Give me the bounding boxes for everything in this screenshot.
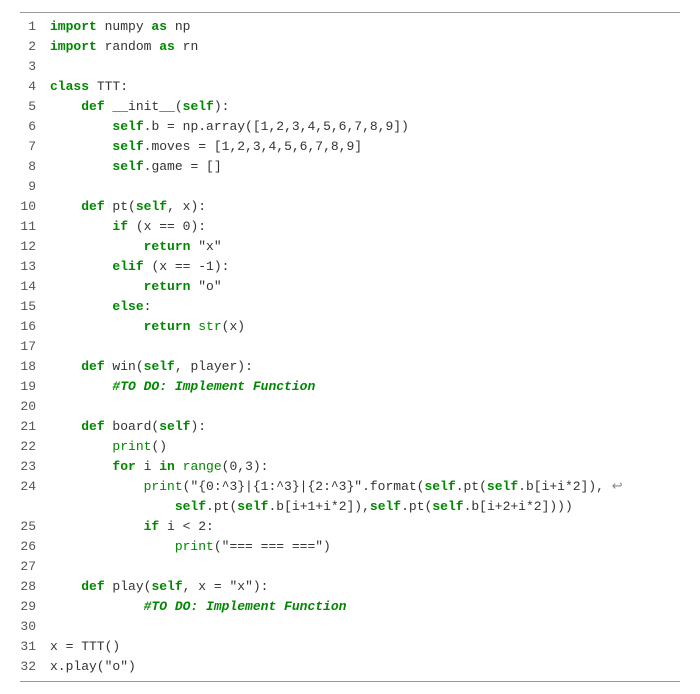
line-content: import numpy as np	[50, 17, 680, 37]
line-number: 10	[20, 197, 50, 217]
line-content: def __init__(self):	[50, 97, 680, 117]
line-content: print("=== === ===")	[50, 537, 680, 557]
line-number: 30	[20, 617, 50, 637]
code-line: 15 else:	[20, 297, 680, 317]
code-line: 22 print()	[20, 437, 680, 457]
line-number: 31	[20, 637, 50, 657]
line-content: else:	[50, 297, 680, 317]
line-content: def board(self):	[50, 417, 680, 437]
line-number: 16	[20, 317, 50, 337]
line-content: x.play("o")	[50, 657, 680, 677]
code-line: 21 def board(self):	[20, 417, 680, 437]
code-listing: 1import numpy as np2import random as rn3…	[20, 12, 680, 682]
line-content: self.b = np.array([1,2,3,4,5,6,7,8,9])	[50, 117, 680, 137]
line-number: 13	[20, 257, 50, 277]
code-line: 24 print("{0:^3}|{1:^3}|{2:^3}".format(s…	[20, 477, 680, 497]
code-line: 32x.play("o")	[20, 657, 680, 677]
line-content: return str(x)	[50, 317, 680, 337]
line-content: print()	[50, 437, 680, 457]
line-content: #TO DO: Implement Function	[50, 597, 680, 617]
line-content: if i < 2:	[50, 517, 680, 537]
line-number: 21	[20, 417, 50, 437]
code-line: 26 print("=== === ===")	[20, 537, 680, 557]
line-number: 29	[20, 597, 50, 617]
line-number: 20	[20, 397, 50, 417]
code-line: 29 #TO DO: Implement Function	[20, 597, 680, 617]
code-line: 30	[20, 617, 680, 637]
code-line: 3	[20, 57, 680, 77]
line-content: self.moves = [1,2,3,4,5,6,7,8,9]	[50, 137, 680, 157]
line-content: print("{0:^3}|{1:^3}|{2:^3}".format(self…	[50, 477, 680, 497]
line-number: 11	[20, 217, 50, 237]
code-line: 6 self.b = np.array([1,2,3,4,5,6,7,8,9])	[20, 117, 680, 137]
line-content: self.pt(self.b[i+1+i*2]),self.pt(self.b[…	[50, 497, 680, 517]
line-number: 17	[20, 337, 50, 357]
code-line: 7 self.moves = [1,2,3,4,5,6,7,8,9]	[20, 137, 680, 157]
line-number: 1	[20, 17, 50, 37]
line-content: return "x"	[50, 237, 680, 257]
line-content: def win(self, player):	[50, 357, 680, 377]
line-content: #TO DO: Implement Function	[50, 377, 680, 397]
line-content: elif (x == -1):	[50, 257, 680, 277]
code-line: 1import numpy as np	[20, 17, 680, 37]
line-number: 26	[20, 537, 50, 557]
line-number: 23	[20, 457, 50, 477]
code-line: 9	[20, 177, 680, 197]
code-line: 13 elif (x == -1):	[20, 257, 680, 277]
line-number: 27	[20, 557, 50, 577]
line-content: import random as rn	[50, 37, 680, 57]
line-content: for i in range(0,3):	[50, 457, 680, 477]
code-line: 19 #TO DO: Implement Function	[20, 377, 680, 397]
line-number: 15	[20, 297, 50, 317]
line-content: x = TTT()	[50, 637, 680, 657]
line-number: 14	[20, 277, 50, 297]
line-content: if (x == 0):	[50, 217, 680, 237]
line-content: def pt(self, x):	[50, 197, 680, 217]
line-number: 32	[20, 657, 50, 677]
code-line: 16 return str(x)	[20, 317, 680, 337]
line-number: 24	[20, 477, 50, 497]
line-number: 6	[20, 117, 50, 137]
code-line: 2import random as rn	[20, 37, 680, 57]
code-line: 4class TTT:	[20, 77, 680, 97]
code-line: 25 if i < 2:	[20, 517, 680, 537]
line-number: 25	[20, 517, 50, 537]
line-number: 18	[20, 357, 50, 377]
line-number: 4	[20, 77, 50, 97]
line-number: 22	[20, 437, 50, 457]
line-number: 5	[20, 97, 50, 117]
line-content: return "o"	[50, 277, 680, 297]
line-number: 19	[20, 377, 50, 397]
code-line: self.pt(self.b[i+1+i*2]),self.pt(self.b[…	[20, 497, 680, 517]
code-line: 8 self.game = []	[20, 157, 680, 177]
line-content: def play(self, x = "x"):	[50, 577, 680, 597]
line-content: class TTT:	[50, 77, 680, 97]
line-number: 8	[20, 157, 50, 177]
code-line: 20	[20, 397, 680, 417]
code-line: 28 def play(self, x = "x"):	[20, 577, 680, 597]
code-line: 14 return "o"	[20, 277, 680, 297]
line-number: 12	[20, 237, 50, 257]
line-number: 28	[20, 577, 50, 597]
code-line: 11 if (x == 0):	[20, 217, 680, 237]
code-line: 5 def __init__(self):	[20, 97, 680, 117]
code-line: 31x = TTT()	[20, 637, 680, 657]
line-number: 9	[20, 177, 50, 197]
line-number: 2	[20, 37, 50, 57]
code-line: 23 for i in range(0,3):	[20, 457, 680, 477]
line-content: self.game = []	[50, 157, 680, 177]
line-number: 3	[20, 57, 50, 77]
code-line: 18 def win(self, player):	[20, 357, 680, 377]
code-line: 10 def pt(self, x):	[20, 197, 680, 217]
line-number: 7	[20, 137, 50, 157]
code-line: 27	[20, 557, 680, 577]
code-line: 17	[20, 337, 680, 357]
code-line: 12 return "x"	[20, 237, 680, 257]
